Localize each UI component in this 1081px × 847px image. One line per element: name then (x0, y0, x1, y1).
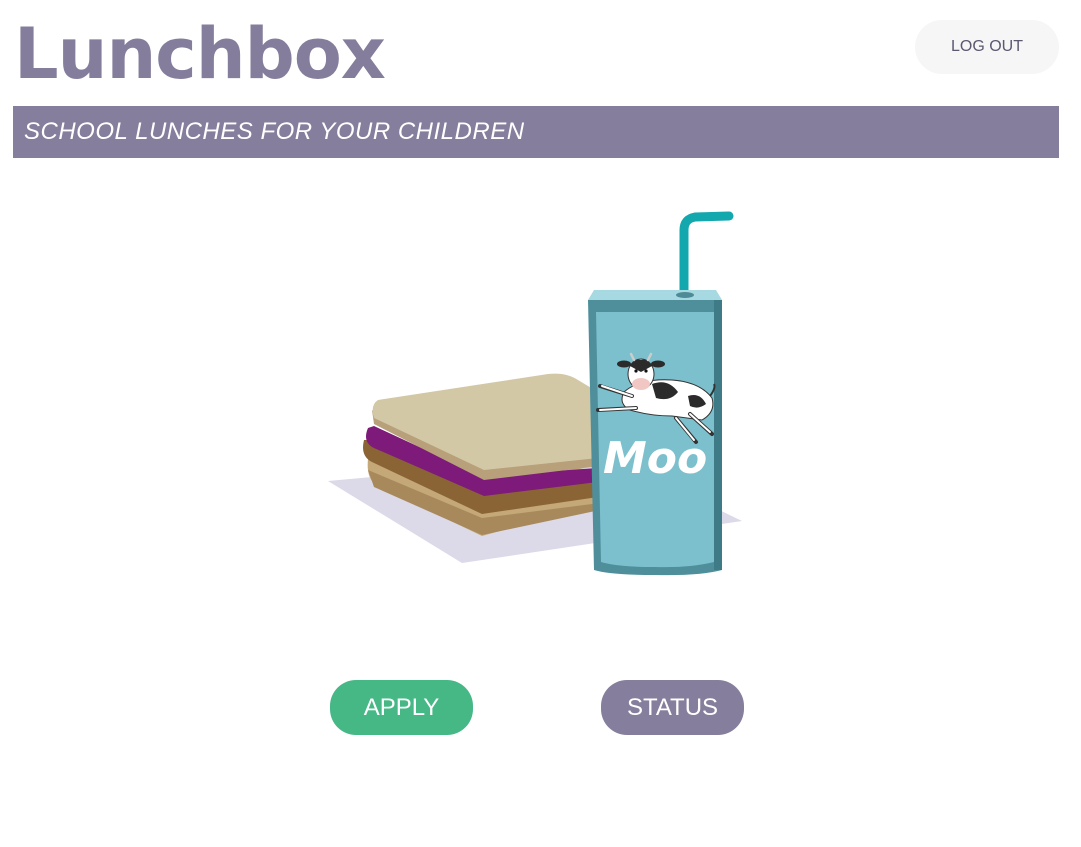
tagline-banner: SCHOOL LUNCHES FOR YOUR CHILDREN (13, 106, 1059, 158)
apply-button[interactable]: APPLY (330, 680, 473, 735)
app-logo-title: Lunchbox (14, 13, 386, 95)
lunchbox-home-page: Lunchbox LOG OUT SCHOOL LUNCHES FOR YOUR… (0, 0, 1081, 847)
status-button[interactable]: STATUS (601, 680, 744, 735)
milk-carton-icon: Moo (588, 211, 734, 576)
carton-label-text: Moo (603, 433, 707, 484)
logout-button[interactable]: LOG OUT (915, 20, 1059, 74)
lunch-illustration: Moo (328, 211, 742, 576)
tagline-text: SCHOOL LUNCHES FOR YOUR CHILDREN (24, 118, 525, 145)
